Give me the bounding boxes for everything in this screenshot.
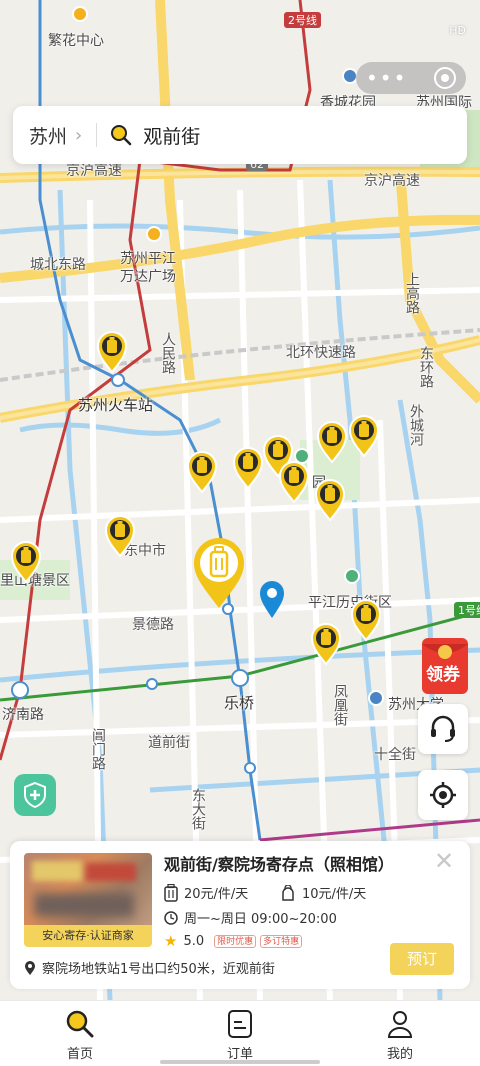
bottom-nav: 首页 订单 我的 [0, 1000, 480, 1066]
luggage-pin-icon[interactable] [10, 540, 42, 584]
close-miniprogram-icon[interactable] [434, 67, 456, 89]
luggage-pin-icon[interactable] [104, 514, 136, 558]
luggage-pin-icon[interactable] [232, 446, 264, 490]
tab-home-label: 首页 [66, 1047, 93, 1062]
address-text: 察院场地铁站1号出口约50米，近观前街 [42, 962, 275, 977]
store-card[interactable]: 安心寄存·认证商家 观前街/察院场寄存点（照相馆） ✕ 20元/件/天 10元/… [10, 841, 470, 989]
location-marker-icon [260, 581, 284, 618]
crosshair-icon [430, 782, 456, 808]
metro-line-1-badge: 1号线 [454, 602, 480, 618]
address-row: 察院场地铁站1号出口约50米，近观前街 [24, 958, 275, 977]
map-label-train-station: 苏州火车站 [78, 396, 154, 414]
close-icon[interactable]: ✕ [434, 847, 454, 875]
search-home-icon [66, 1010, 94, 1038]
price-small-text: 10元/件/天 [302, 887, 367, 902]
map-label-daoqian: 道前街 [148, 735, 190, 751]
luggage-pin-icon[interactable] [316, 420, 348, 464]
divider [96, 123, 98, 147]
hours-text: 周一~周日 09:00~20:00 [184, 912, 337, 927]
map-label-pingjiang: 苏州平江 [120, 251, 176, 267]
order-list-icon [228, 1010, 252, 1038]
chevron-right-icon: › [75, 124, 83, 146]
location-pin-icon [25, 960, 35, 975]
coupon-button[interactable]: 领券 [418, 632, 476, 700]
map-label-jingde: 景德路 [132, 617, 174, 633]
tab-orders[interactable]: 订单 [160, 1001, 320, 1066]
customer-service-button[interactable] [418, 704, 468, 754]
miniprogram-capsule[interactable]: ••• [356, 62, 466, 94]
rating-value: 5.0 [183, 933, 205, 949]
status-bar: HD [0, 0, 480, 44]
poi-shopping-icon [146, 226, 162, 242]
map-label-jinan: 济南路 [2, 707, 44, 723]
poi-scenic-icon [344, 568, 360, 584]
map-label-shiquan: 十全街 [374, 747, 416, 763]
locate-button[interactable] [418, 770, 468, 820]
tab-profile-label: 我的 [386, 1047, 413, 1062]
search-bar[interactable]: 苏州 › 观前街 [13, 106, 467, 164]
price-small-luggage: 10元/件/天 [280, 883, 366, 902]
luggage-pin-icon[interactable] [350, 598, 382, 642]
store-name: 观前街/察院场寄存点（照相馆） [164, 855, 394, 874]
poi-school-icon [368, 690, 384, 706]
map-label-fenghuang: 凤凰街 [332, 684, 348, 726]
status-network: HD [449, 24, 466, 37]
headset-icon [431, 715, 455, 742]
map-label-chengbei: 城北东路 [30, 257, 86, 273]
user-icon [387, 1011, 413, 1038]
map-label-waichenghe: 外城河 [408, 404, 424, 446]
search-input[interactable]: 观前街 [143, 122, 200, 149]
coupon-label: 领券 [426, 665, 460, 685]
clock-icon [164, 910, 178, 925]
home-indicator [160, 1060, 320, 1064]
map-label-beihuan: 北环快速路 [286, 345, 356, 361]
luggage-pin-icon[interactable] [186, 450, 218, 494]
price-large-text: 20元/件/天 [184, 887, 249, 902]
luggage-pin-icon[interactable] [314, 478, 346, 522]
search-icon [111, 125, 132, 146]
luggage-pin-icon[interactable] [348, 414, 380, 458]
rating-row: ★ 5.0 限时优惠 多订特惠 [164, 932, 303, 950]
tab-home[interactable]: 首页 [0, 1001, 160, 1066]
more-icon[interactable]: ••• [366, 68, 407, 88]
map-label-jinghu-2: 京沪高速 [364, 173, 420, 189]
price-large-luggage: 20元/件/天 [164, 883, 248, 902]
luggage-large-icon [164, 883, 178, 902]
star-icon: ★ [164, 932, 178, 950]
map-label-leqiao: 乐桥 [224, 694, 255, 712]
map-label-shanggaolu: 上高路 [404, 272, 420, 314]
luggage-pin-icon[interactable] [310, 622, 342, 666]
tab-profile[interactable]: 我的 [320, 1001, 480, 1066]
city-selector[interactable]: 苏州 [29, 122, 67, 149]
map-label-dongda: 东大街 [190, 788, 206, 830]
certified-badge: 安心寄存·认证商家 [24, 925, 152, 947]
shield-plus-icon [24, 781, 46, 809]
opening-hours: 周一~周日 09:00~20:00 [164, 908, 337, 927]
luggage-pin-icon[interactable] [96, 330, 128, 374]
map-label-renminlu: 人民路 [160, 332, 176, 374]
bag-icon [282, 884, 294, 901]
selected-luggage-pin-icon[interactable] [192, 536, 246, 610]
map-label-changmen: 阊门路 [90, 728, 106, 770]
luggage-pin-icon[interactable] [278, 460, 310, 504]
tag-multi-discount: 多订特惠 [260, 934, 303, 948]
book-button[interactable]: 预订 [390, 943, 454, 975]
tag-limited-offer: 限时优惠 [214, 934, 257, 948]
map-label-donghuan: 东环路 [418, 346, 434, 388]
safety-shield-button[interactable] [14, 774, 56, 816]
map-label-wanda: 万达广场 [120, 269, 176, 285]
